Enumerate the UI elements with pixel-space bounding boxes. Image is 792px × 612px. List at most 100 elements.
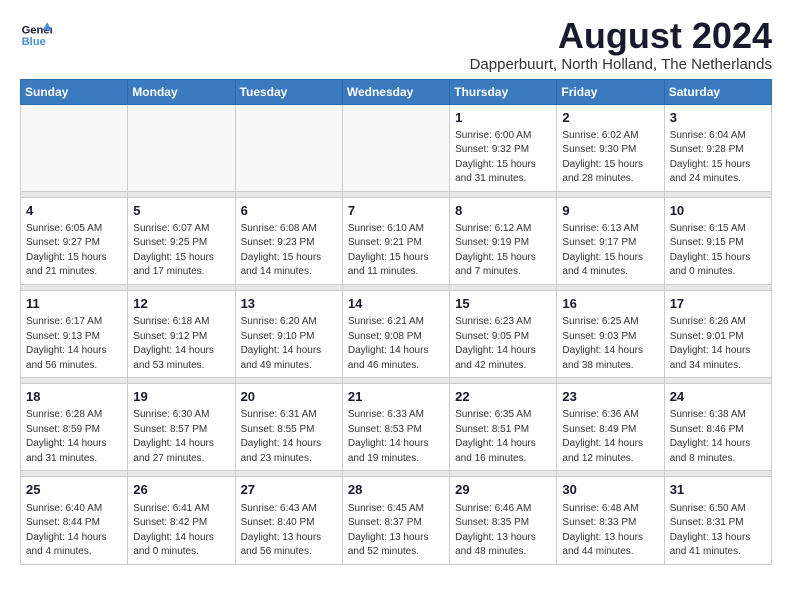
day-info: Sunrise: 6:48 AM Sunset: 8:33 PM Dayligh… xyxy=(562,502,658,560)
calendar-cell-w3-d3: 13Sunrise: 6:20 AM Sunset: 9:10 PM Dayli… xyxy=(235,290,342,377)
day-info: Sunrise: 6:00 AM Sunset: 9:32 PM Dayligh… xyxy=(455,129,551,187)
header-monday: Monday xyxy=(128,79,235,104)
day-info: Sunrise: 6:12 AM Sunset: 9:19 PM Dayligh… xyxy=(455,222,551,280)
day-info: Sunrise: 6:50 AM Sunset: 8:31 PM Dayligh… xyxy=(670,502,766,560)
calendar-cell-w4-d3: 20 Sunrise: 6:31 AM Sunset: 8:55 PM Dayli… xyxy=(235,384,342,471)
day-info: Sunrise: 6:43 AM Sunset: 8:40 PM Dayligh… xyxy=(241,502,337,560)
calendar-cell-w2-d1: 4 Sunrise: 6:05 AM Sunset: 9:27 PM Daylig… xyxy=(21,197,128,284)
day-number: 29 xyxy=(455,481,551,499)
day-info: Sunrise: 6:05 AM Sunset: 9:27 PM Dayligh… xyxy=(26,222,122,280)
day-number: 12 xyxy=(133,295,229,313)
day-number: 23 xyxy=(562,388,658,406)
day-info: Sunrise: 6:21 AM Sunset: 9:08 PM Dayligh… xyxy=(348,315,444,373)
day-number: 3 xyxy=(670,109,766,127)
calendar-cell-w1-d5: 1 Sunrise: 6:00 AM Sunset: 9:32 PM Daylig… xyxy=(450,104,557,191)
header-friday: Friday xyxy=(557,79,664,104)
day-info: Sunrise: 6:30 AM Sunset: 8:57 PM Dayligh… xyxy=(133,408,229,466)
day-info: Sunrise: 6:25 AM Sunset: 9:03 PM Dayligh… xyxy=(562,315,658,373)
calendar-cell-w3-d4: 14 Sunrise: 6:21 AM Sunset: 9:08 PM Dayli… xyxy=(342,290,449,377)
calendar-cell-w2-d2: 5 Sunrise: 6:07 AM Sunset: 9:25 PM Daylig… xyxy=(128,197,235,284)
day-info: Sunrise: 6:07 AM Sunset: 9:25 PM Dayligh… xyxy=(133,222,229,280)
day-info: Sunrise: 6:15 AM Sunset: 9:15 PM Dayligh… xyxy=(670,222,766,280)
day-number: 26 xyxy=(133,481,229,499)
calendar-cell-w4-d7: 24 Sunrise: 6:38 AM Sunset: 8:46 PM Dayli… xyxy=(664,384,771,471)
calendar-cell-w1-d4 xyxy=(342,104,449,191)
day-number: 7 xyxy=(348,202,444,220)
day-number: 15 xyxy=(455,295,551,313)
day-info: Sunrise: 6:04 AM Sunset: 9:28 PM Dayligh… xyxy=(670,129,766,187)
day-number: 21 xyxy=(348,388,444,406)
day-info: Sunrise: 6:38 AM Sunset: 8:46 PM Dayligh… xyxy=(670,408,766,466)
calendar-cell-w5-d3: 27 Sunrise: 6:43 AM Sunset: 8:40 PM Dayli… xyxy=(235,477,342,564)
day-info: Sunrise: 6:26 AM Sunset: 9:01 PM Dayligh… xyxy=(670,315,766,373)
calendar-cell-w5-d6: 30 Sunrise: 6:48 AM Sunset: 8:33 PM Dayli… xyxy=(557,477,664,564)
day-number: 4 xyxy=(26,202,122,220)
calendar-cell-w4-d2: 19 Sunrise: 6:30 AM Sunset: 8:57 PM Dayli… xyxy=(128,384,235,471)
calendar-cell-w3-d7: 17 Sunrise: 6:26 AM Sunset: 9:01 PM Dayli… xyxy=(664,290,771,377)
day-number: 25 xyxy=(26,481,122,499)
day-number: 24 xyxy=(670,388,766,406)
calendar-week-5: 25 Sunrise: 6:40 AM Sunset: 8:44 PM Dayli… xyxy=(21,477,772,564)
day-number: 16 xyxy=(562,295,658,313)
day-number: 22 xyxy=(455,388,551,406)
svg-text:Blue: Blue xyxy=(22,36,46,48)
header-sunday: Sunday xyxy=(21,79,128,104)
day-number: 30 xyxy=(562,481,658,499)
calendar-cell-w2-d4: 7 Sunrise: 6:10 AM Sunset: 9:21 PM Daylig… xyxy=(342,197,449,284)
calendar-week-3: 11 Sunrise: 6:17 AM Sunset: 9:13 PM Dayli… xyxy=(21,290,772,377)
day-number: 9 xyxy=(562,202,658,220)
calendar-cell-w5-d1: 25 Sunrise: 6:40 AM Sunset: 8:44 PM Dayli… xyxy=(21,477,128,564)
day-info: Sunrise: 6:46 AM Sunset: 8:35 PM Dayligh… xyxy=(455,502,551,560)
month-title: August 2024 xyxy=(470,16,772,56)
day-info: Sunrise: 6:02 AM Sunset: 9:30 PM Dayligh… xyxy=(562,129,658,187)
calendar-cell-w2-d5: 8 Sunrise: 6:12 AM Sunset: 9:19 PM Daylig… xyxy=(450,197,557,284)
calendar-week-2: 4 Sunrise: 6:05 AM Sunset: 9:27 PM Daylig… xyxy=(21,197,772,284)
day-info: Sunrise: 6:18 AM Sunset: 9:12 PM Dayligh… xyxy=(133,315,229,373)
calendar-cell-w1-d7: 3 Sunrise: 6:04 AM Sunset: 9:28 PM Daylig… xyxy=(664,104,771,191)
calendar-week-1: 1 Sunrise: 6:00 AM Sunset: 9:32 PM Daylig… xyxy=(21,104,772,191)
day-info: Sunrise: 6:45 AM Sunset: 8:37 PM Dayligh… xyxy=(348,502,444,560)
title-block: August 2024 Dapperbuurt, North Holland, … xyxy=(470,16,772,73)
calendar-cell-w5-d5: 29 Sunrise: 6:46 AM Sunset: 8:35 PM Dayli… xyxy=(450,477,557,564)
day-number: 27 xyxy=(241,481,337,499)
day-number: 8 xyxy=(455,202,551,220)
day-info: Sunrise: 6:41 AM Sunset: 8:42 PM Dayligh… xyxy=(133,502,229,560)
header-wednesday: Wednesday xyxy=(342,79,449,104)
calendar-table: Sunday Monday Tuesday Wednesday Thursday… xyxy=(20,79,772,565)
day-number: 19 xyxy=(133,388,229,406)
day-info: Sunrise: 6:13 AM Sunset: 9:17 PM Dayligh… xyxy=(562,222,658,280)
calendar-header-row: Sunday Monday Tuesday Wednesday Thursday… xyxy=(21,79,772,104)
day-info: Sunrise: 6:31 AM Sunset: 8:55 PM Dayligh… xyxy=(241,408,337,466)
day-number: 11 xyxy=(26,295,122,313)
calendar-cell-w5-d2: 26 Sunrise: 6:41 AM Sunset: 8:42 PM Dayli… xyxy=(128,477,235,564)
calendar-cell-w1-d6: 2 Sunrise: 6:02 AM Sunset: 9:30 PM Daylig… xyxy=(557,104,664,191)
day-number: 28 xyxy=(348,481,444,499)
day-info: Sunrise: 6:10 AM Sunset: 9:21 PM Dayligh… xyxy=(348,222,444,280)
day-number: 18 xyxy=(26,388,122,406)
day-number: 2 xyxy=(562,109,658,127)
day-number: 1 xyxy=(455,109,551,127)
day-number: 6 xyxy=(241,202,337,220)
calendar-cell-w3-d6: 16 Sunrise: 6:25 AM Sunset: 9:03 PM Dayli… xyxy=(557,290,664,377)
day-number: 14 xyxy=(348,295,444,313)
page-header: General Blue August 2024 Dapperbuurt, No… xyxy=(20,16,772,73)
calendar-cell-w4-d6: 23 Sunrise: 6:36 AM Sunset: 8:49 PM Dayli… xyxy=(557,384,664,471)
day-info: Sunrise: 6:23 AM Sunset: 9:05 PM Dayligh… xyxy=(455,315,551,373)
calendar-cell-w1-d3 xyxy=(235,104,342,191)
location-subtitle: Dapperbuurt, North Holland, The Netherla… xyxy=(470,56,772,73)
calendar-cell-w5-d7: 31Sunrise: 6:50 AM Sunset: 8:31 PM Dayli… xyxy=(664,477,771,564)
day-number: 20 xyxy=(241,388,337,406)
calendar-cell-w3-d1: 11 Sunrise: 6:17 AM Sunset: 9:13 PM Dayli… xyxy=(21,290,128,377)
day-info: Sunrise: 6:17 AM Sunset: 9:13 PM Dayligh… xyxy=(26,315,122,373)
day-number: 5 xyxy=(133,202,229,220)
header-saturday: Saturday xyxy=(664,79,771,104)
day-number: 17 xyxy=(670,295,766,313)
logo: General Blue xyxy=(20,16,52,48)
calendar-cell-w5-d4: 28 Sunrise: 6:45 AM Sunset: 8:37 PM Dayli… xyxy=(342,477,449,564)
calendar-cell-w3-d2: 12 Sunrise: 6:18 AM Sunset: 9:12 PM Dayli… xyxy=(128,290,235,377)
day-info: Sunrise: 6:28 AM Sunset: 8:59 PM Dayligh… xyxy=(26,408,122,466)
calendar-cell-w1-d2 xyxy=(128,104,235,191)
day-info: Sunrise: 6:36 AM Sunset: 8:49 PM Dayligh… xyxy=(562,408,658,466)
day-info: Sunrise: 6:08 AM Sunset: 9:23 PM Dayligh… xyxy=(241,222,337,280)
day-info: Sunrise: 6:40 AM Sunset: 8:44 PM Dayligh… xyxy=(26,502,122,560)
